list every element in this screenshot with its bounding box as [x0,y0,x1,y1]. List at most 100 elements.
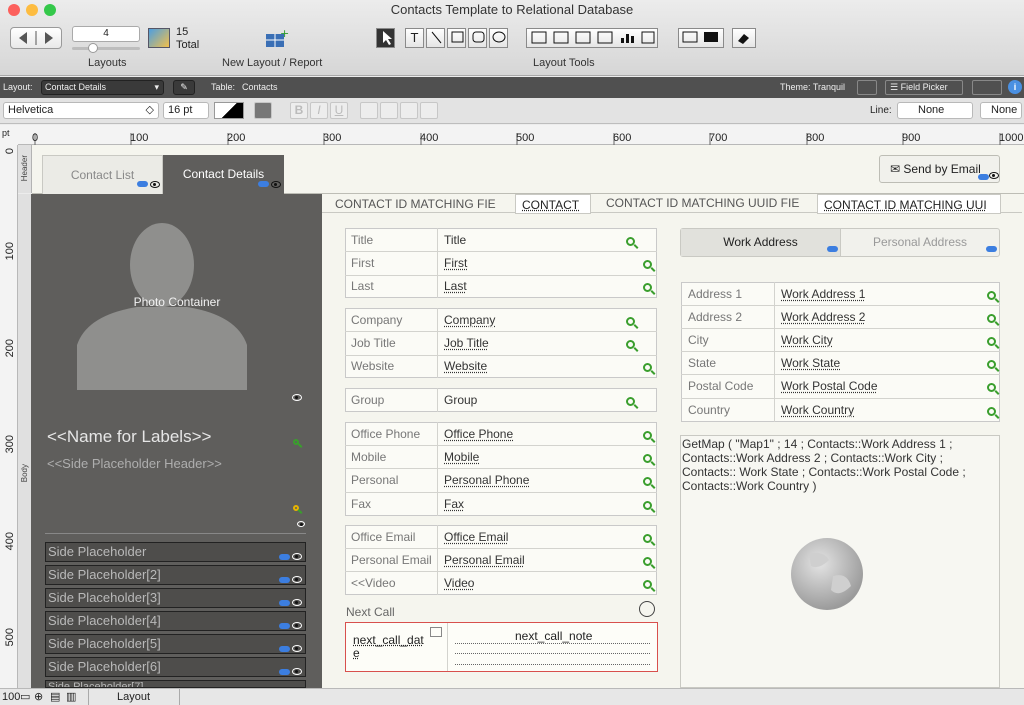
oval-tool[interactable] [489,28,508,48]
mobile-field[interactable]: Mobile [444,450,479,464]
side-placeholder-6[interactable]: Side Placeholder[6] [45,657,306,677]
zoom-in-icon[interactable]: ⊕ [34,690,43,703]
align-center-button[interactable] [380,102,398,119]
rectangle-tool[interactable] [447,28,466,48]
ruler-tick-500: 500 [516,132,535,144]
align-justify-button[interactable] [420,102,438,119]
separator [447,623,448,671]
next-call-date-field[interactable]: next_call_dat e [353,634,424,660]
portal-tools-group[interactable] [678,28,724,48]
city-field[interactable]: Work City [781,333,833,347]
mode-selector[interactable]: Layout [88,689,180,705]
status-toolbar-icon[interactable]: ▤ [50,690,60,703]
tab-contact-details[interactable]: Contact Details [163,155,284,195]
inspector-menu-button[interactable] [972,80,1002,95]
body-part-label[interactable]: Body [18,194,32,688]
line-selector[interactable]: None [897,102,973,119]
portal-tab-4[interactable]: CONTACT ID MATCHING UUI [817,194,1001,214]
address-2-field[interactable]: Work Address 2 [781,310,865,324]
italic-button[interactable]: I [310,102,328,119]
portal-tab-3[interactable]: CONTACT ID MATCHING UUID FIE [606,196,799,210]
group-field[interactable]: Group [444,393,477,407]
layout-tools-caption: Layout Tools [533,57,595,69]
font-selector[interactable]: Helvetica ◇ [3,102,159,119]
side-placeholder-2[interactable]: Side Placeholder[2] [45,565,306,585]
zoom-level[interactable]: 100 [2,691,20,703]
name-for-labels-field[interactable]: <<Name for Labels>> [47,427,211,447]
next-call-note-field[interactable]: next_call_note [515,629,592,643]
align-left-button[interactable] [360,102,378,119]
info-icon[interactable]: i [1008,80,1022,94]
last-field[interactable]: Last [444,279,467,293]
postal-code-field[interactable]: Work Postal Code [781,379,878,393]
photo-container[interactable]: Photo Container [77,215,247,390]
placeholder-5-badge [279,646,290,652]
tab-work-address[interactable]: Work Address [681,229,841,256]
side-placeholder-4[interactable]: Side Placeholder[4] [45,611,306,631]
office-email-field[interactable]: Office Email [444,530,508,544]
size-selector[interactable]: 16 pt [163,102,209,119]
state-field[interactable]: Work State [781,356,840,370]
address-1-field[interactable]: Work Address 1 [781,287,865,301]
slider-thumb[interactable] [88,43,98,53]
magnifier-icon [643,580,652,589]
side-placeholder-3[interactable]: Side Placeholder[3] [45,588,306,608]
rounded-rectangle-tool[interactable] [468,28,487,48]
layout-selector[interactable]: Contact Details ▾ [41,80,164,95]
tab-personal-address[interactable]: Personal Address [841,229,999,256]
globe-icon [791,538,863,610]
format-painter-tool[interactable] [732,28,756,48]
oval-icon [492,31,505,43]
side-placeholder-5[interactable]: Side Placeholder[5] [45,634,306,654]
calendar-icon[interactable] [430,627,442,637]
personal-phone-field[interactable]: Personal Phone [444,473,529,487]
new-layout-button[interactable]: + [265,27,289,48]
text-box-button[interactable] [254,102,272,119]
side-placeholder-7[interactable]: Side Placeholder[7] [45,680,306,688]
first-field[interactable]: First [444,256,467,270]
office-phone-field[interactable]: Office Phone [444,427,513,441]
office-email-label: Office Email [351,530,416,544]
add-row-icon[interactable] [639,601,655,617]
record-number-field[interactable]: 4 [72,26,140,42]
pointer-tool[interactable] [376,28,395,48]
personal-email-field[interactable]: Personal Email [444,553,525,567]
country-field[interactable]: Work Country [781,403,854,417]
job-title-field[interactable]: Job Title [444,336,489,350]
title-field[interactable]: Title [444,233,466,247]
fax-field[interactable]: Fax [444,497,464,511]
control-tools-group[interactable] [526,28,658,48]
tab-contact-list[interactable]: Contact List [42,155,163,195]
portal-tab-1[interactable]: CONTACT ID MATCHING FIE [335,197,496,211]
text-tool[interactable]: T [405,28,424,48]
note-line [455,664,650,665]
align-right-button[interactable] [400,102,418,119]
zoom-out-icon[interactable]: ▭ [20,690,30,703]
video-field[interactable]: Video [444,576,474,590]
company-field[interactable]: Company [444,313,495,327]
edit-layout-button[interactable]: ✎ [173,80,195,95]
line-color-selector[interactable]: None [980,102,1022,119]
eye-icon [292,576,302,583]
field-picker-button[interactable]: ☰ Field Picker [885,80,963,95]
sidebar-divider [45,533,306,534]
separator [345,355,657,356]
side-placeholder-header-field[interactable]: <<Side Placeholder Header>> [47,456,222,471]
map-web-viewer[interactable]: GetMap ( "Map1" ; 14 ; Contacts::Work Ad… [680,435,1000,688]
text-color-swatch[interactable] [214,102,244,119]
bold-button[interactable]: B [290,102,308,119]
record-slider[interactable] [72,43,140,53]
address-1-label: Address 1 [688,287,743,301]
portal-tab-2[interactable]: CONTACT [515,194,591,214]
personal-address-badge [986,246,997,252]
eye-icon [292,645,302,652]
side-placeholder-1[interactable]: Side Placeholder [45,542,306,562]
status-parts-icon[interactable]: ▥ [66,690,76,703]
website-field[interactable]: Website [444,359,487,373]
underline-button[interactable]: U [330,102,348,119]
separator [681,374,1000,375]
line-tool[interactable] [426,28,445,48]
theme-button[interactable] [857,80,877,95]
header-part-label[interactable]: Header [18,145,32,193]
record-navigator[interactable] [10,27,62,49]
